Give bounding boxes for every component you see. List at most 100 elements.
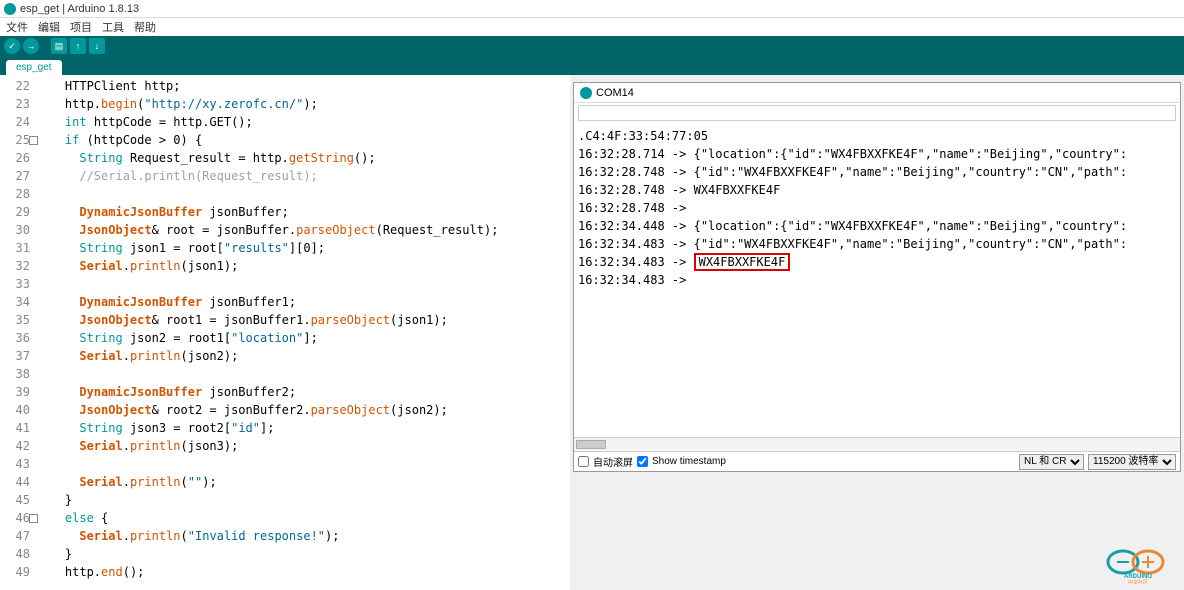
code-line[interactable]: //Serial.println(Request_result); — [36, 167, 570, 185]
arduino-logo-watermark: ARDUINO 中文社区 — [1098, 544, 1178, 584]
open-button[interactable]: ↑ — [70, 38, 86, 54]
tab-esp-get[interactable]: esp_get — [6, 60, 62, 75]
new-button[interactable]: ▤ — [51, 38, 67, 54]
line-number: 36 — [0, 329, 30, 347]
line-number: 44 — [0, 473, 30, 491]
scrollbar-thumb[interactable] — [576, 440, 606, 449]
code-line[interactable]: Serial.println(json1); — [36, 257, 570, 275]
code-line[interactable]: DynamicJsonBuffer jsonBuffer; — [36, 203, 570, 221]
autoscroll-checkbox[interactable] — [578, 456, 589, 467]
menu-file[interactable]: 文件 — [6, 19, 28, 35]
menu-edit[interactable]: 编辑 — [38, 19, 60, 35]
svg-text:中文社区: 中文社区 — [1128, 579, 1148, 584]
line-number: 30 — [0, 221, 30, 239]
line-number: 49 — [0, 563, 30, 581]
window-titlebar: esp_get | Arduino 1.8.13 — [0, 0, 1184, 18]
serial-hscrollbar[interactable] — [574, 437, 1180, 451]
code-line[interactable]: http.begin("http://xy.zerofc.cn/"); — [36, 95, 570, 113]
code-line[interactable] — [36, 275, 570, 293]
serial-line: 16:32:34.483 -> WX4FBXXFKE4F — [578, 253, 1176, 271]
code-editor[interactable]: 2223242526272829303132333435363738394041… — [0, 75, 570, 590]
line-number: 38 — [0, 365, 30, 383]
serial-input-row — [574, 103, 1180, 125]
serial-line: 16:32:34.483 -> {"id":"WX4FBXXFKE4F","na… — [578, 235, 1176, 253]
line-number: 48 — [0, 545, 30, 563]
line-number: 42 — [0, 437, 30, 455]
code-line[interactable]: DynamicJsonBuffer jsonBuffer1; — [36, 293, 570, 311]
code-line[interactable]: String json3 = root2["id"]; — [36, 419, 570, 437]
menu-bar: 文件 编辑 项目 工具 帮助 — [0, 18, 1184, 36]
code-line[interactable]: JsonObject& root2 = jsonBuffer2.parseObj… — [36, 401, 570, 419]
line-number: 26 — [0, 149, 30, 167]
serial-monitor-window: COM14 .C4:4F:33:54:77:0516:32:28.714 -> … — [573, 82, 1181, 472]
autoscroll-label: 自动滚屏 — [593, 454, 633, 469]
code-line[interactable]: Serial.println("Invalid response!"); — [36, 527, 570, 545]
code-line[interactable] — [36, 185, 570, 203]
line-number: 23 — [0, 95, 30, 113]
serial-line: 16:32:34.483 -> — [578, 271, 1176, 289]
line-number: 31 — [0, 239, 30, 257]
line-number: 39 — [0, 383, 30, 401]
serial-line: 16:32:28.748 -> {"id":"WX4FBXXFKE4F","na… — [578, 163, 1176, 181]
code-line[interactable]: String json1 = root["results"][0]; — [36, 239, 570, 257]
serial-line: 16:32:28.748 -> — [578, 199, 1176, 217]
serial-send-input[interactable] — [578, 105, 1176, 121]
code-line[interactable] — [36, 365, 570, 383]
serial-line: 16:32:28.714 -> {"location":{"id":"WX4FB… — [578, 145, 1176, 163]
window-title: esp_get | Arduino 1.8.13 — [20, 3, 139, 15]
serial-output[interactable]: .C4:4F:33:54:77:0516:32:28.714 -> {"loca… — [574, 125, 1180, 437]
code-line[interactable]: Serial.println(""); — [36, 473, 570, 491]
tab-row: esp_get — [0, 56, 1184, 75]
menu-help[interactable]: 帮助 — [134, 19, 156, 35]
line-number: 45 — [0, 491, 30, 509]
code-line[interactable] — [36, 455, 570, 473]
serial-titlebar: COM14 — [574, 83, 1180, 103]
line-number: 34 — [0, 293, 30, 311]
line-number: 28 — [0, 185, 30, 203]
highlighted-value: WX4FBXXFKE4F — [694, 253, 791, 271]
code-line[interactable]: JsonObject& root = jsonBuffer.parseObjec… — [36, 221, 570, 239]
line-number: 47 — [0, 527, 30, 545]
line-number: 22 — [0, 77, 30, 95]
line-gutter: 2223242526272829303132333435363738394041… — [0, 75, 36, 590]
show-timestamp-checkbox[interactable] — [637, 456, 648, 467]
arduino-app-icon — [4, 3, 16, 15]
verify-button[interactable]: ✓ — [4, 38, 20, 54]
baud-rate-select[interactable]: 115200 波特率 — [1088, 454, 1176, 470]
save-button[interactable]: ↓ — [89, 38, 105, 54]
show-timestamp-label: Show timestamp — [652, 456, 726, 467]
menu-sketch[interactable]: 项目 — [70, 19, 92, 35]
serial-title-text: COM14 — [596, 87, 634, 99]
code-line[interactable]: int httpCode = http.GET(); — [36, 113, 570, 131]
line-number: 25 — [0, 131, 30, 149]
serial-line: .C4:4F:33:54:77:05 — [578, 127, 1176, 145]
code-line[interactable]: Serial.println(json3); — [36, 437, 570, 455]
serial-line: 16:32:28.748 -> WX4FBXXFKE4F — [578, 181, 1176, 199]
code-line[interactable]: JsonObject& root1 = jsonBuffer1.parseObj… — [36, 311, 570, 329]
line-number: 40 — [0, 401, 30, 419]
line-ending-select[interactable]: NL 和 CR — [1019, 454, 1084, 470]
upload-button[interactable]: → — [23, 38, 39, 54]
line-number: 46 — [0, 509, 30, 527]
code-line[interactable]: DynamicJsonBuffer jsonBuffer2; — [36, 383, 570, 401]
code-line[interactable]: HTTPClient http; — [36, 77, 570, 95]
code-content[interactable]: HTTPClient http; http.begin("http://xy.z… — [36, 75, 570, 590]
line-number: 24 — [0, 113, 30, 131]
line-number: 29 — [0, 203, 30, 221]
code-line[interactable]: Serial.println(json2); — [36, 347, 570, 365]
menu-tools[interactable]: 工具 — [102, 19, 124, 35]
serial-line: 16:32:34.448 -> {"location":{"id":"WX4FB… — [578, 217, 1176, 235]
code-line[interactable]: if (httpCode > 0) { — [36, 131, 570, 149]
line-number: 41 — [0, 419, 30, 437]
code-line[interactable]: } — [36, 491, 570, 509]
code-line[interactable]: String json2 = root1["location"]; — [36, 329, 570, 347]
code-line[interactable]: http.end(); — [36, 563, 570, 581]
code-line[interactable]: else { — [36, 509, 570, 527]
code-line[interactable]: String Request_result = http.getString()… — [36, 149, 570, 167]
code-line[interactable]: } — [36, 545, 570, 563]
line-number: 27 — [0, 167, 30, 185]
line-number: 32 — [0, 257, 30, 275]
line-number: 35 — [0, 311, 30, 329]
arduino-serial-icon — [580, 87, 592, 99]
line-number: 33 — [0, 275, 30, 293]
